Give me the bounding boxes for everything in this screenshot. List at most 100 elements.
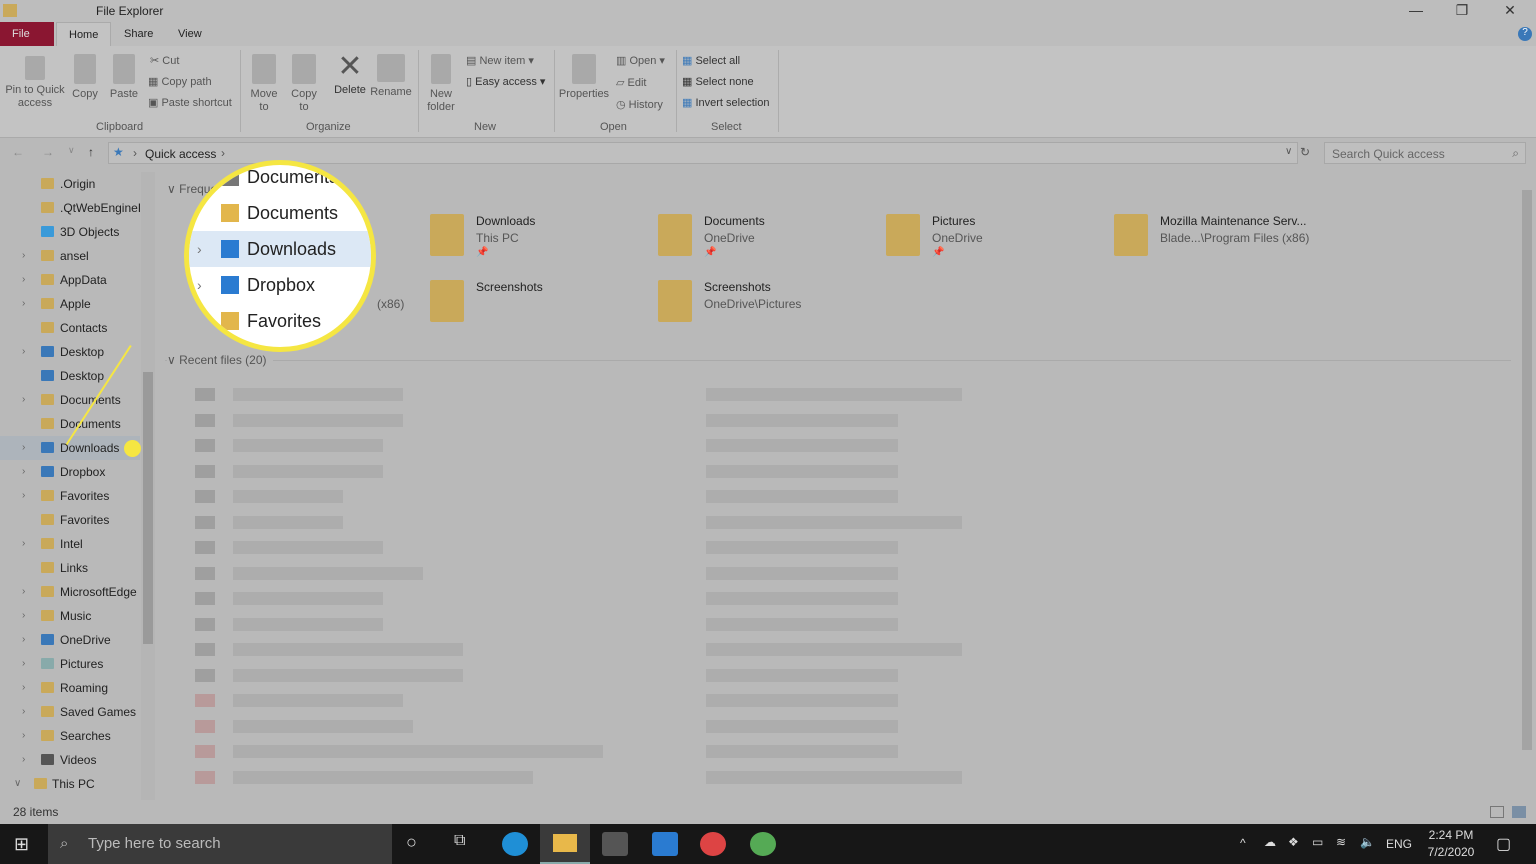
edge-icon[interactable] — [502, 832, 528, 856]
recent-file-row-blurred[interactable] — [233, 515, 343, 529]
recent-file-row-blurred[interactable] — [233, 694, 403, 707]
breadcrumb-quick-access[interactable]: Quick access — [145, 147, 216, 161]
recent-file-row-blurred[interactable] — [195, 439, 215, 452]
pin-quick-access-button[interactable]: Pin to Quick access — [4, 56, 66, 110]
recent-file-row-blurred[interactable] — [706, 464, 898, 478]
sidebar-item[interactable]: › Videos — [0, 748, 140, 772]
dropbox-icon[interactable]: ❖ — [1288, 835, 1299, 849]
frequent-folder-tile[interactable]: Pictures OneDrive 📌 — [886, 214, 1096, 274]
sidebar-item[interactable]: .Origin — [0, 172, 140, 196]
chevron-right-icon[interactable]: › — [22, 292, 25, 316]
easy-access-button[interactable]: ▯ Easy access ▾ — [466, 75, 545, 88]
sidebar-item[interactable]: › Favorites — [0, 484, 140, 508]
delete-button[interactable]: ✕ Delete — [332, 50, 368, 97]
sidebar-item[interactable]: › Searches — [0, 724, 140, 748]
recent-file-row-blurred[interactable] — [706, 439, 898, 452]
chevron-right-icon[interactable]: › — [22, 436, 25, 460]
minimize-button[interactable]: — — [1396, 2, 1436, 20]
language-indicator[interactable]: ENG — [1386, 837, 1412, 851]
recent-file-row-blurred[interactable] — [195, 592, 215, 605]
sidebar-item[interactable]: › ansel — [0, 244, 140, 268]
chevron-right-icon[interactable]: › — [22, 724, 25, 748]
close-button[interactable]: ✕ — [1490, 2, 1530, 20]
new-folder-button[interactable]: New folder — [424, 54, 458, 114]
maximize-button[interactable]: ❐ — [1442, 2, 1482, 20]
chevron-right-icon[interactable]: › — [22, 748, 25, 772]
file-explorer-taskbar-button[interactable] — [540, 824, 590, 864]
recent-file-row-blurred[interactable] — [233, 388, 403, 401]
open-button[interactable]: ▥ Open ▾ — [616, 54, 665, 67]
sidebar-item[interactable]: Favorites — [0, 508, 140, 532]
chevron-right-icon[interactable]: › — [22, 532, 25, 556]
onedrive-icon[interactable]: ☁ — [1264, 835, 1276, 849]
recent-file-row-blurred[interactable] — [195, 770, 215, 784]
recent-file-row-blurred[interactable] — [195, 464, 215, 478]
rename-button[interactable]: Rename — [370, 54, 412, 99]
sidebar-item[interactable]: Desktop — [0, 364, 140, 388]
sidebar-item[interactable]: › Intel — [0, 532, 140, 556]
chrome-icon[interactable] — [700, 832, 726, 856]
chevron-right-icon[interactable]: › — [22, 268, 25, 292]
frequent-folder-tile[interactable]: Screenshots OneDrive\Pictures — [658, 280, 868, 340]
battery-icon[interactable]: ▭ — [1312, 835, 1323, 849]
recent-file-row-blurred[interactable] — [706, 694, 898, 707]
recent-file-row-blurred[interactable] — [195, 694, 215, 707]
chevron-right-icon[interactable]: › — [22, 652, 25, 676]
recent-file-row-blurred[interactable] — [233, 592, 383, 605]
sidebar-item[interactable]: Links — [0, 556, 140, 580]
windows-start-icon[interactable]: ⊞ — [14, 834, 29, 855]
chevron-right-icon[interactable]: › — [22, 244, 25, 268]
help-icon[interactable]: ? — [1518, 27, 1532, 41]
recent-file-row-blurred[interactable] — [706, 541, 898, 554]
select-all-button[interactable]: ▦ Select all — [682, 54, 740, 67]
chevron-right-icon[interactable]: › — [22, 460, 25, 484]
frequent-folder-tile[interactable]: Documents OneDrive 📌 — [658, 214, 868, 274]
clock-date[interactable]: 7/2/2020 — [1424, 845, 1478, 859]
sidebar-item[interactable]: Documents — [0, 412, 140, 436]
back-button[interactable]: ← — [12, 145, 24, 159]
recent-file-row-blurred[interactable] — [706, 617, 898, 631]
task-view-icon[interactable]: ⧉ — [454, 832, 465, 850]
large-icons-view-button[interactable] — [1512, 806, 1526, 818]
wifi-icon[interactable]: ≋ — [1336, 835, 1346, 849]
recent-file-row-blurred[interactable] — [233, 490, 343, 503]
recent-file-row-blurred[interactable] — [706, 388, 962, 401]
recent-file-row-blurred[interactable] — [233, 541, 383, 554]
recent-file-row-blurred[interactable] — [233, 464, 383, 478]
recent-file-row-blurred[interactable] — [233, 719, 413, 733]
sidebar-item[interactable]: .QtWebEngineP — [0, 196, 140, 220]
select-none-button[interactable]: ▦ Select none — [682, 75, 754, 88]
show-hidden-icons[interactable]: ^ — [1240, 836, 1246, 850]
sidebar-item[interactable]: › Music — [0, 604, 140, 628]
chevron-down-icon[interactable]: ∨ — [14, 772, 21, 796]
chevron-down-icon[interactable]: ∨ — [1285, 146, 1292, 157]
sidebar-item[interactable]: › Documents — [0, 388, 140, 412]
recent-file-row-blurred[interactable] — [706, 515, 962, 529]
recent-file-row-blurred[interactable] — [195, 668, 215, 682]
sidebar-item[interactable]: 3D Objects — [0, 220, 140, 244]
sidebar-item[interactable]: › Saved Games — [0, 700, 140, 724]
frequent-folder-tile[interactable]: Mozilla Maintenance Serv... Blade...\Prog… — [1114, 214, 1324, 274]
new-item-button[interactable]: ▤ New item ▾ — [466, 54, 534, 67]
slack-icon[interactable] — [750, 832, 776, 856]
up-button[interactable]: ↑ — [88, 145, 94, 159]
details-view-button[interactable] — [1490, 806, 1504, 818]
move-to-button[interactable]: Move to — [248, 54, 280, 114]
paste-button[interactable]: Paste — [108, 54, 140, 101]
sidebar-item[interactable]: › Dropbox — [0, 460, 140, 484]
sidebar-item[interactable]: ∨ This PC — [0, 772, 140, 796]
tab-file[interactable]: File — [0, 22, 54, 46]
sidebar-scroll-thumb[interactable] — [143, 372, 153, 644]
history-button[interactable]: ◷ History — [616, 98, 663, 111]
store-icon[interactable] — [602, 832, 628, 856]
recent-file-row-blurred[interactable] — [706, 592, 898, 605]
properties-button[interactable]: Properties — [558, 54, 610, 101]
cortana-icon[interactable]: ○ — [406, 832, 417, 853]
recent-file-row-blurred[interactable] — [195, 617, 215, 631]
chevron-right-icon[interactable]: › — [22, 580, 25, 604]
recent-locations-button[interactable]: ∨ — [68, 145, 75, 156]
recent-file-row-blurred[interactable] — [195, 388, 215, 401]
chevron-right-icon[interactable]: › — [22, 628, 25, 652]
recent-file-row-blurred[interactable] — [233, 668, 463, 682]
recent-file-row-blurred[interactable] — [233, 745, 603, 758]
